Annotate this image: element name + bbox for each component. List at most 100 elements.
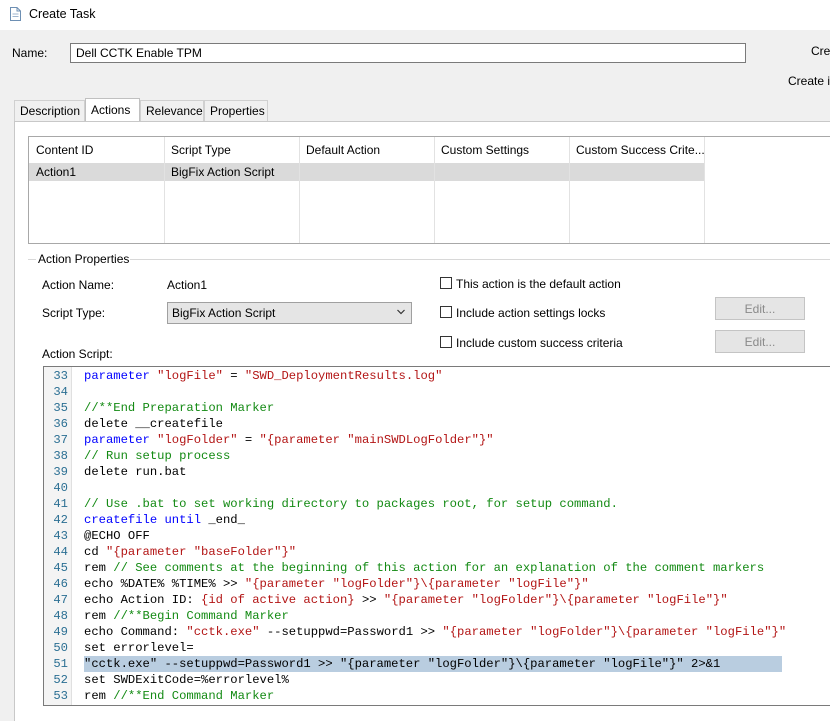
code-token: "logFolder" (157, 433, 238, 447)
success-criteria-checkbox[interactable] (440, 336, 452, 348)
line-number: 51 (53, 657, 68, 671)
settings-locks-checkbox[interactable] (440, 306, 452, 318)
success-criteria-checkbox-label[interactable]: Include custom success criteria (456, 336, 623, 350)
code-token: "SWD_DeploymentResults.log" (244, 369, 443, 383)
script-line[interactable]: 39 delete run.bat (44, 464, 830, 480)
line-number: 48 (53, 609, 68, 623)
action-script-editor[interactable]: 33 parameter "logFile" = "SWD_DeploymentR… (43, 366, 830, 706)
script-line[interactable]: 49 echo Command: "cctk.exe" --setuppwd=Pa… (44, 624, 830, 640)
code-token: //**End Preparation Marker (84, 401, 275, 415)
edit-success-criteria-button[interactable]: Edit... (715, 330, 805, 353)
column-header-custom-success-criteria[interactable]: Custom Success Crite... (576, 143, 705, 157)
line-text: set errorlevel= (84, 640, 194, 656)
column-header-script-type[interactable]: Script Type (171, 143, 231, 157)
code-token: @ECHO OFF (84, 529, 150, 543)
settings-locks-checkbox-label[interactable]: Include action settings locks (456, 306, 605, 320)
actions-grid[interactable]: Content ID Script Type Default Action Cu… (28, 136, 830, 244)
line-number: 40 (53, 481, 68, 495)
script-type-select[interactable]: BigFix Action Script (167, 302, 412, 324)
code-token: "{parameter "baseFolder"}" (105, 545, 297, 559)
line-number: 46 (53, 577, 68, 591)
create-link-fragment[interactable]: Cre (811, 44, 830, 58)
line-text: rem //**Begin Command Marker (84, 608, 289, 624)
window-title: Create Task (29, 7, 96, 21)
line-text: parameter "logFile" = "SWD_DeploymentRes… (84, 368, 442, 384)
column-divider (164, 137, 165, 243)
code-token: "{parameter "mainSWDLogFolder"}" (259, 433, 494, 447)
script-line[interactable]: 51 "cctk.exe" --setuppwd=Password1 >> "{p… (44, 656, 830, 672)
name-label: Name: (12, 46, 48, 60)
script-line[interactable]: 36 delete __createfile (44, 416, 830, 432)
script-line[interactable]: 53 rem //**End Command Marker (44, 688, 830, 704)
script-line[interactable]: 41 // Use .bat to set working directory t… (44, 496, 830, 512)
code-token: _end_ (208, 513, 245, 527)
column-header-custom-settings[interactable]: Custom Settings (441, 143, 529, 157)
code-token: echo Command: (84, 625, 187, 639)
action-script-label: Action Script: (42, 347, 113, 361)
edit-settings-locks-button[interactable]: Edit... (715, 297, 805, 320)
column-divider (569, 137, 570, 243)
code-token: set errorlevel= (84, 641, 194, 655)
line-text: //**End Preparation Marker (84, 400, 274, 416)
chevron-down-icon (397, 309, 405, 315)
code-token: "cctk.exe" --setuppwd=Password1 >> "{par… (84, 657, 721, 671)
script-line[interactable]: 42 createfile until _end_ (44, 512, 830, 528)
document-icon (10, 7, 21, 21)
code-token: // See comments at the beginning of this… (113, 561, 765, 575)
cell-script-type: BigFix Action Script (171, 165, 275, 179)
column-divider (434, 137, 435, 243)
script-line[interactable]: 45 rem // See comments at the beginning o… (44, 560, 830, 576)
script-line[interactable]: 47 echo Action ID: {id of active action} … (44, 592, 830, 608)
line-number: 36 (53, 417, 68, 431)
tab-description[interactable]: Description (14, 100, 85, 121)
default-action-checkbox[interactable] (440, 277, 452, 289)
script-line[interactable]: 43 @ECHO OFF (44, 528, 830, 544)
action-name-value: Action1 (167, 278, 208, 292)
default-action-checkbox-label[interactable]: This action is the default action (456, 277, 621, 291)
script-line[interactable]: 52 set SWDExitCode=%errorlevel% (44, 672, 830, 688)
table-row[interactable] (29, 163, 705, 181)
create-option-fragment[interactable]: Create i (788, 74, 830, 88)
tab-relevance[interactable]: Relevance (140, 100, 204, 121)
column-divider (299, 137, 300, 243)
line-number: 33 (53, 369, 68, 383)
script-line[interactable]: 34 (44, 384, 830, 400)
code-token: // Use .bat to set working directory to … (84, 497, 618, 511)
code-token: "logFile" (157, 369, 223, 383)
line-number: 43 (53, 529, 68, 543)
line-number: 52 (53, 673, 68, 687)
line-number: 37 (53, 433, 68, 447)
line-text: // Run setup process (84, 448, 230, 464)
tab-actions[interactable]: Actions (85, 98, 140, 121)
title-bar (0, 0, 830, 30)
line-number: 38 (53, 449, 68, 463)
script-line[interactable]: 35 //**End Preparation Marker (44, 400, 830, 416)
script-line[interactable]: 46 echo %DATE% %TIME% >> "{parameter "log… (44, 576, 830, 592)
script-line[interactable]: 50 set errorlevel= (44, 640, 830, 656)
line-text: "cctk.exe" --setuppwd=Password1 >> "{par… (84, 656, 720, 672)
script-type-selected: BigFix Action Script (172, 306, 276, 320)
name-input[interactable]: Dell CCTK Enable TPM (70, 43, 746, 63)
script-line[interactable]: 38 // Run setup process (44, 448, 830, 464)
line-number: 41 (53, 497, 68, 511)
line-text: parameter "logFolder" = "{parameter "mai… (84, 432, 494, 448)
column-header-content-id[interactable]: Content ID (36, 143, 93, 157)
script-line[interactable]: 33 parameter "logFile" = "SWD_DeploymentR… (44, 368, 830, 384)
tab-properties[interactable]: Properties (204, 100, 268, 121)
script-line[interactable]: 44 cd "{parameter "baseFolder"}" (44, 544, 830, 560)
code-token: >> (354, 593, 384, 607)
code-token: "cctk.exe" (186, 625, 260, 639)
column-header-default-action[interactable]: Default Action (306, 143, 380, 157)
code-token: "{parameter "logFolder"}\{parameter "log… (244, 577, 589, 591)
code-token: --setuppwd=Password1 >> (259, 625, 443, 639)
line-text: echo Command: "cctk.exe" --setuppwd=Pass… (84, 624, 786, 640)
line-text: @ECHO OFF (84, 528, 150, 544)
code-token: = (237, 433, 260, 447)
code-token: echo Action ID: (84, 593, 202, 607)
script-line[interactable]: 40 (44, 480, 830, 496)
script-line[interactable]: 48 rem //**Begin Command Marker (44, 608, 830, 624)
cell-content-id: Action1 (36, 165, 77, 179)
script-line[interactable]: 37 parameter "logFolder" = "{parameter "m… (44, 432, 830, 448)
code-token: set SWDExitCode=%errorlevel% (84, 673, 289, 687)
group-border (130, 259, 830, 260)
